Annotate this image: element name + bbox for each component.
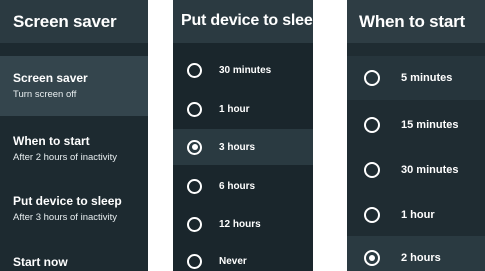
radio-button-icon	[364, 70, 380, 86]
setting-title: Screen saver	[13, 71, 88, 85]
setting-title: When to start	[13, 134, 90, 148]
when-to-start-panel-title: When to start	[347, 0, 485, 43]
option-label: 12 hours	[219, 218, 261, 230]
option-label: 15 minutes	[401, 119, 459, 131]
radio-button-icon	[364, 162, 380, 178]
start-option-2-hours[interactable]: 2 hours	[347, 236, 485, 271]
setting-put-device-to-sleep[interactable]: Put device to sleep After 3 hours of ina…	[0, 186, 148, 223]
option-label: 5 minutes	[401, 72, 453, 84]
radio-button-icon	[187, 101, 202, 117]
sleep-option-1-hour[interactable]: 1 hour	[173, 91, 313, 127]
when-to-start-panel: When to start 5 minutes 15 minutes 30 mi…	[347, 0, 485, 271]
sleep-option-12-hours[interactable]: 12 hours	[173, 206, 313, 242]
sleep-option-never[interactable]: Never	[173, 243, 313, 271]
start-option-30-minutes[interactable]: 30 minutes	[347, 148, 485, 192]
radio-button-icon	[187, 62, 202, 78]
start-option-1-hour[interactable]: 1 hour	[347, 193, 485, 237]
start-option-15-minutes[interactable]: 15 minutes	[347, 103, 485, 147]
setting-start-now[interactable]: Start now	[0, 247, 148, 269]
option-label: 30 minutes	[401, 164, 459, 176]
sleep-panel-title: Put device to sleep	[173, 0, 313, 43]
radio-button-icon	[364, 117, 380, 133]
radio-button-icon	[187, 253, 202, 269]
setting-subtitle: After 3 hours of inactivity	[13, 212, 118, 223]
setting-title: Start now	[13, 255, 68, 269]
setting-when-to-start[interactable]: When to start After 2 hours of inactivit…	[0, 126, 148, 163]
radio-button-selected-icon	[187, 139, 202, 155]
radio-button-selected-icon	[364, 250, 380, 266]
setting-subtitle: Turn screen off	[13, 89, 77, 100]
option-label: 2 hours	[401, 252, 441, 264]
option-label: 6 hours	[219, 180, 256, 192]
sleep-panel: Put device to sleep 30 minutes 1 hour 3 …	[173, 0, 313, 271]
start-option-5-minutes[interactable]: 5 minutes	[347, 56, 485, 100]
radio-button-icon	[187, 178, 202, 194]
screen-saver-panel-title: Screen saver	[0, 0, 148, 43]
sleep-option-30-minutes[interactable]: 30 minutes	[173, 52, 313, 88]
radio-button-icon	[187, 216, 202, 232]
option-label: 30 minutes	[219, 64, 272, 76]
setting-screen-saver[interactable]: Screen saver Turn screen off	[0, 56, 148, 116]
sleep-option-3-hours[interactable]: 3 hours	[173, 129, 313, 165]
radio-button-icon	[364, 207, 380, 223]
setting-subtitle: After 2 hours of inactivity	[13, 152, 118, 163]
option-label: Never	[219, 255, 247, 267]
screen-saver-panel: Screen saver Screen saver Turn screen of…	[0, 0, 148, 271]
option-label: 3 hours	[219, 141, 256, 153]
option-label: 1 hour	[219, 103, 250, 115]
sleep-option-6-hours[interactable]: 6 hours	[173, 168, 313, 204]
setting-title: Put device to sleep	[13, 194, 122, 208]
option-label: 1 hour	[401, 209, 435, 221]
